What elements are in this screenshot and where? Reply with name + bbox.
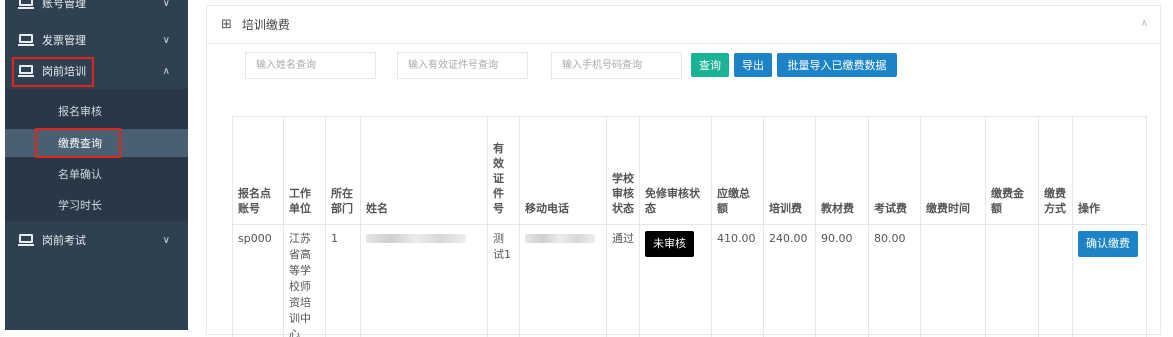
export-button[interactable]: 导出 [734,53,772,77]
col-header: 缴费方式 [1038,116,1073,225]
col-header: 姓名 [360,116,488,225]
chevron-up-icon: ∧ [162,66,170,77]
cell-training-fee: 240.00 [763,224,816,337]
chevron-down-icon: ∨ [162,0,170,9]
cell-pay-amount [985,224,1039,337]
cell-pay-time [920,224,986,337]
redacted-phone [525,234,595,243]
query-button[interactable]: 查询 [691,53,729,77]
app-root: 账号管理 ∨ 发票管理 ∨ 岗前培训 ∧ 报名审核 缴费查询 名单确认 学习时长… [0,0,1173,337]
col-header: 操作 [1072,116,1147,225]
col-header: 学校审核状态 [606,116,640,225]
col-header: 考试费 [868,116,921,225]
monitor-icon [18,234,34,246]
monitor-icon [18,34,34,46]
cell-pay-method [1038,224,1073,337]
sidebar-subitem-signup-review[interactable]: 报名审核 [5,97,188,125]
id-search-input[interactable] [397,52,528,79]
highlight-box [35,128,121,158]
col-header: 应缴总额 [711,116,764,225]
panel-title: 培训缴费 [241,18,290,32]
sidebar-subitem-list-confirm[interactable]: 名单确认 [5,160,188,188]
chevron-down-icon: ∨ [162,35,170,46]
col-header: 工作单位 [283,116,326,225]
chevron-down-icon: ∨ [162,235,170,246]
cell-exam-fee: 80.00 [868,224,921,337]
table-row: sp000 江苏省高等学校师资培训中心 1 测试1 通过 未审核 410.00 … [232,224,1147,337]
redacted-name [366,234,466,243]
name-search-input[interactable] [245,52,376,79]
sidebar-item-account[interactable]: 账号管理 ∨ [5,0,188,19]
col-header: 报名点账号 [232,116,284,225]
batch-import-button[interactable]: 批量导入已缴费数据 [777,53,897,77]
cell-id-no: 测试1 [487,224,520,337]
cell-school-status: 通过 [606,224,640,337]
sidebar: 账号管理 ∨ 发票管理 ∨ 岗前培训 ∧ 报名审核 缴费查询 名单确认 学习时长… [5,0,188,330]
grid-icon: ⊞ [221,17,232,32]
col-header: 缴费时间 [920,116,986,225]
cell-total: 410.00 [711,224,764,337]
sidebar-item-label: 发票管理 [42,34,86,47]
collapse-icon[interactable]: ∧ [1141,18,1148,29]
cell-exempt-status: 未审核 [639,224,712,337]
col-header: 培训费 [763,116,816,225]
col-header: 免修审核状态 [639,116,712,225]
cell-action: 确认缴费 [1072,224,1147,337]
cell-account: sp000 [232,224,284,337]
col-header: 有效证件号 [487,116,520,225]
col-header: 教材费 [815,116,869,225]
sidebar-subitem-study-time[interactable]: 学习时长 [5,191,188,219]
col-header: 所在部门 [325,116,361,225]
panel-header: ⊞ 培训缴费 ∧ [207,6,1160,44]
payment-table: 报名点账号 工作单位 所在部门 姓名 有效证件号 移动电话 学校审核状态 免修审… [232,116,1147,337]
highlight-box [12,57,94,87]
sidebar-item-invoice[interactable]: 发票管理 ∨ [5,24,188,56]
sidebar-item-label: 账号管理 [42,0,86,10]
cell-unit: 江苏省高等学校师资培训中心 [283,224,326,337]
table-header-row: 报名点账号 工作单位 所在部门 姓名 有效证件号 移动电话 学校审核状态 免修审… [232,116,1147,225]
cell-dept: 1 [325,224,361,337]
cell-name [360,224,488,337]
sidebar-item-preexam[interactable]: 岗前考试 ∨ [5,224,188,256]
sidebar-item-label: 岗前考试 [42,234,86,247]
monitor-icon [18,0,34,9]
training-payment-panel: ⊞ 培训缴费 ∧ 查询 导出 批量导入已缴费数据 报名点账号 工作单位 [206,5,1161,337]
col-header: 移动电话 [519,116,607,225]
cell-material-fee: 90.00 [815,224,869,337]
confirm-payment-button[interactable]: 确认缴费 [1078,231,1138,257]
cell-phone [519,224,607,337]
col-header: 缴费金额 [985,116,1039,225]
status-badge: 未审核 [645,231,694,257]
phone-search-input[interactable] [551,52,682,79]
